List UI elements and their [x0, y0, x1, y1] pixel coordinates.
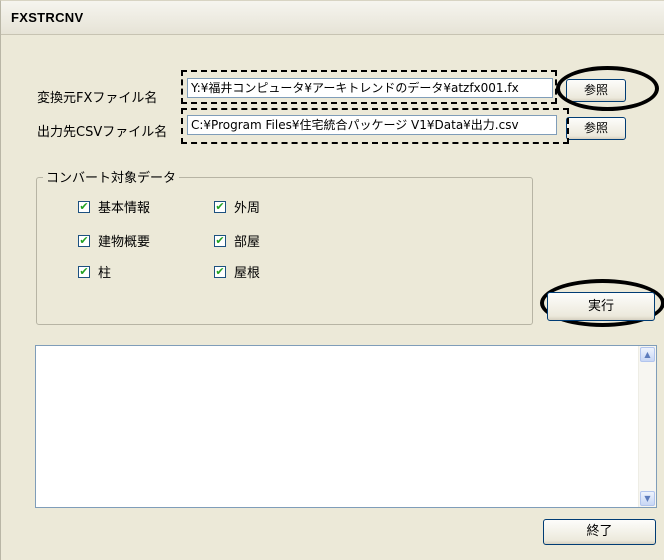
source-file-label: 変換元FXファイル名 [37, 91, 158, 106]
execute-button[interactable]: 実行 [547, 292, 655, 321]
checkbox-perimeter[interactable]: ✔ 外周 [214, 197, 260, 216]
check-icon: ✔ [78, 234, 90, 247]
app-window: FXSTRCNV 変換元FXファイル名 Y:¥福井コンピュータ¥アーキトレンドの… [0, 0, 664, 560]
scroll-up-arrow-icon[interactable]: ▲ [640, 347, 655, 362]
log-scrollbar[interactable]: ▲ ▼ [638, 346, 656, 507]
window-title: FXSTRCNV [11, 10, 84, 25]
exit-button[interactable]: 終了 [543, 519, 656, 545]
checkbox-basic-info[interactable]: ✔ 基本情報 [78, 197, 150, 216]
check-icon: ✔ [214, 234, 226, 247]
convert-target-group-title: コンバート対象データ [43, 167, 180, 186]
checkbox-label: 柱 [98, 266, 112, 281]
checkbox-building-overview[interactable]: ✔ 建物概要 [78, 231, 150, 250]
checkbox-label: 基本情報 [98, 201, 151, 216]
scroll-down-arrow-icon[interactable]: ▼ [640, 491, 655, 506]
title-bar[interactable]: FXSTRCNV [1, 1, 664, 35]
check-icon: ✔ [78, 200, 90, 213]
check-icon: ✔ [78, 265, 90, 278]
checkbox-label: 屋根 [234, 266, 261, 281]
check-icon: ✔ [214, 200, 226, 213]
checkbox-label: 部屋 [234, 235, 261, 250]
output-file-label: 出力先CSVファイル名 [37, 125, 168, 140]
checkbox-label: 外周 [234, 201, 261, 216]
log-text [36, 346, 656, 352]
output-file-input[interactable]: C:¥Program Files¥住宅統合パッケージ V1¥Data¥出力.cs… [187, 115, 557, 135]
source-file-input[interactable]: Y:¥福井コンピュータ¥アーキトレンドのデータ¥atzfx001.fx [187, 78, 553, 98]
output-browse-button[interactable]: 参照 [566, 117, 626, 140]
log-output-area[interactable]: ▲ ▼ [35, 345, 657, 508]
checkbox-column[interactable]: ✔ 柱 [78, 262, 111, 281]
checkbox-room[interactable]: ✔ 部屋 [214, 231, 260, 250]
checkbox-roof[interactable]: ✔ 屋根 [214, 262, 260, 281]
checkbox-label: 建物概要 [98, 235, 151, 250]
source-browse-button[interactable]: 参照 [566, 79, 626, 102]
check-icon: ✔ [214, 265, 226, 278]
